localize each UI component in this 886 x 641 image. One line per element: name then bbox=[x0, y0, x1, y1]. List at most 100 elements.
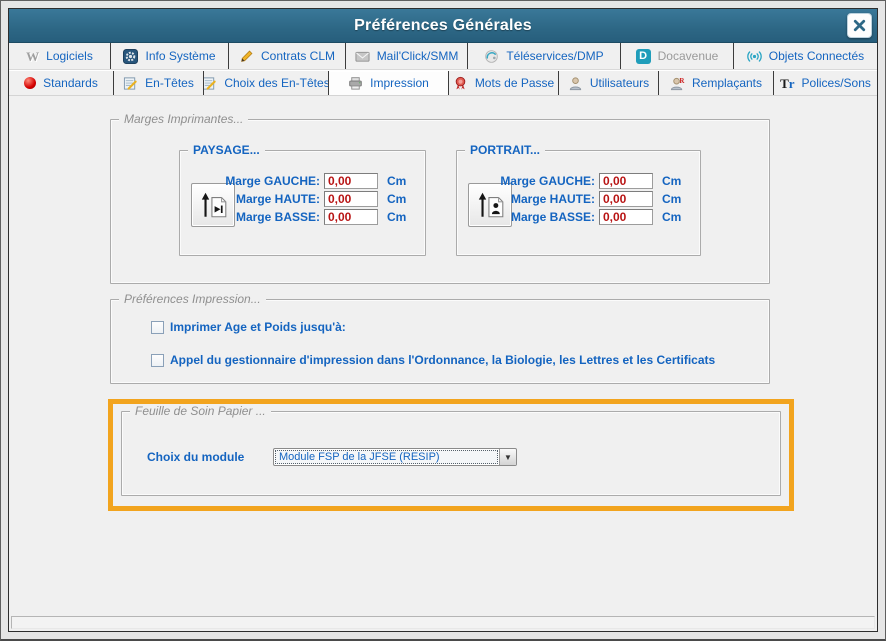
tab-label: Utilisateurs bbox=[590, 76, 649, 90]
unit-label: Cm bbox=[662, 192, 692, 206]
gear-icon bbox=[123, 49, 138, 64]
tab-contrats-clm[interactable]: Contrats CLM bbox=[229, 43, 346, 69]
fsp-group: Feuille de Soin Papier ... Choix du modu… bbox=[121, 411, 781, 496]
module-choice-label: Choix du module bbox=[147, 450, 247, 464]
tab-polices-sons[interactable]: Tr Polices/Sons bbox=[774, 71, 877, 95]
docavenue-d-icon: D bbox=[636, 49, 651, 64]
portrait-margin-rows: Marge GAUCHE: 0,00 Cm Marge HAUTE: 0,00 … bbox=[477, 172, 692, 226]
close-button[interactable] bbox=[847, 13, 872, 38]
fsp-highlight-box: Feuille de Soin Papier ... Choix du modu… bbox=[108, 399, 794, 511]
window-frame: Préférences Générales W Logiciels Info S… bbox=[0, 0, 886, 641]
user-replacement-icon: R bbox=[670, 76, 685, 91]
fsp-legend: Feuille de Soin Papier ... bbox=[130, 404, 271, 418]
unit-label: Cm bbox=[387, 192, 417, 206]
preferences-dialog: Préférences Générales W Logiciels Info S… bbox=[8, 8, 878, 632]
margin-label: Marge GAUCHE: bbox=[202, 174, 320, 188]
margin-row: Marge GAUCHE: 0,00 Cm bbox=[477, 172, 692, 190]
chevron-down-icon[interactable]: ▼ bbox=[499, 449, 516, 465]
print-age-weight-row: Imprimer Age et Poids jusqu'à: bbox=[151, 320, 346, 334]
margin-row: Marge GAUCHE: 0,00 Cm bbox=[202, 172, 417, 190]
tab-mailclick-smm[interactable]: Mail'Click/SMM bbox=[346, 43, 468, 69]
margin-label: Marge HAUTE: bbox=[477, 192, 595, 206]
module-select-value[interactable]: Module FSP de la JFSE (RESIP) bbox=[275, 450, 498, 464]
tab-choix-des-en-tetes[interactable]: Choix des En-Têtes bbox=[204, 71, 329, 95]
unit-label: Cm bbox=[387, 210, 417, 224]
tab-label: Mots de Passe bbox=[475, 76, 554, 90]
print-preferences-group: Préférences Impression... Imprimer Age e… bbox=[110, 299, 770, 384]
tab-row-2: Standards En-Têtes Choix des En-Têtes Im… bbox=[9, 70, 877, 96]
font-icon: Tr bbox=[780, 77, 794, 90]
printer-margins-group: Marges Imprimantes... PAYSAGE... bbox=[110, 119, 770, 284]
margin-bottom-input[interactable]: 0,00 bbox=[324, 209, 378, 225]
tab-label: Contrats CLM bbox=[261, 49, 335, 63]
print-age-weight-checkbox[interactable] bbox=[151, 321, 164, 334]
tab-label: Téléservices/DMP bbox=[506, 49, 603, 63]
tab-remplacants[interactable]: R Remplaçants bbox=[659, 71, 774, 95]
tab-label: Standards bbox=[43, 76, 98, 90]
margin-row: Marge HAUTE: 0,00 Cm bbox=[202, 190, 417, 208]
tab-label: Polices/Sons bbox=[802, 76, 871, 90]
tab-label: Info Système bbox=[145, 49, 215, 63]
tab-label: Impression bbox=[370, 76, 429, 90]
margin-row: Marge BASSE: 0,00 Cm bbox=[202, 208, 417, 226]
tab-docavenue[interactable]: D Docavenue bbox=[621, 43, 734, 69]
tab-mots-de-passe[interactable]: Mots de Passe bbox=[449, 71, 559, 95]
tab-utilisateurs[interactable]: Utilisateurs bbox=[559, 71, 659, 95]
tab-label: Choix des En-Têtes bbox=[224, 76, 329, 90]
tab-teleservices-dmp[interactable]: Téléservices/DMP bbox=[468, 43, 621, 69]
margin-label: Marge BASSE: bbox=[202, 210, 320, 224]
tab-objets-connectes[interactable]: Objets Connectés bbox=[734, 43, 877, 69]
word-w-icon: W bbox=[26, 50, 39, 63]
print-manager-row: Appel du gestionnaire d'impression dans … bbox=[151, 353, 715, 367]
portrait-group: PORTRAIT... Marge GAUCHE bbox=[456, 150, 701, 256]
checkbox-label: Appel du gestionnaire d'impression dans … bbox=[170, 353, 715, 367]
tab-label: Mail'Click/SMM bbox=[377, 49, 459, 63]
red-sphere-icon bbox=[24, 77, 36, 89]
header-doc-icon bbox=[204, 76, 217, 91]
tab-en-tetes[interactable]: En-Têtes bbox=[114, 71, 204, 95]
globe-icon bbox=[484, 49, 499, 64]
tab-label: Logiciels bbox=[46, 49, 93, 63]
print-preferences-legend: Préférences Impression... bbox=[119, 292, 266, 306]
tab-info-systeme[interactable]: Info Système bbox=[111, 43, 229, 69]
margin-top-input[interactable]: 0,00 bbox=[599, 191, 653, 207]
margin-top-input[interactable]: 0,00 bbox=[324, 191, 378, 207]
margin-left-input[interactable]: 0,00 bbox=[599, 173, 653, 189]
paysage-group: PAYSAGE... Marge GAUCHE: bbox=[179, 150, 426, 256]
paysage-margin-rows: Marge GAUCHE: 0,00 Cm Marge HAUTE: 0,00 … bbox=[202, 172, 417, 226]
tab-label: Objets Connectés bbox=[769, 49, 864, 63]
portrait-legend: PORTRAIT... bbox=[465, 143, 545, 157]
margin-left-input[interactable]: 0,00 bbox=[324, 173, 378, 189]
pencil-icon bbox=[239, 49, 254, 64]
printer-icon bbox=[348, 76, 363, 91]
signal-icon bbox=[747, 49, 762, 64]
title-bar[interactable]: Préférences Générales bbox=[9, 9, 877, 43]
tab-impression[interactable]: Impression bbox=[329, 71, 449, 95]
tab-logiciels[interactable]: W Logiciels bbox=[9, 43, 111, 69]
unit-label: Cm bbox=[662, 174, 692, 188]
impression-panel: Marges Imprimantes... PAYSAGE... bbox=[9, 96, 877, 613]
margin-label: Marge BASSE: bbox=[477, 210, 595, 224]
user-icon bbox=[568, 76, 583, 91]
tab-standards[interactable]: Standards bbox=[9, 71, 114, 95]
tab-label: Remplaçants bbox=[692, 76, 762, 90]
module-select[interactable]: Module FSP de la JFSE (RESIP) ▼ bbox=[273, 448, 517, 466]
margin-row: Marge HAUTE: 0,00 Cm bbox=[477, 190, 692, 208]
tab-label: En-Têtes bbox=[145, 76, 194, 90]
status-bar bbox=[11, 616, 875, 629]
checkbox-label: Imprimer Age et Poids jusqu'à: bbox=[170, 320, 346, 334]
printer-margins-legend: Marges Imprimantes... bbox=[119, 112, 248, 126]
header-doc-icon bbox=[123, 76, 138, 91]
seal-icon bbox=[453, 76, 468, 91]
margin-row: Marge BASSE: 0,00 Cm bbox=[477, 208, 692, 226]
unit-label: Cm bbox=[387, 174, 417, 188]
paysage-legend: PAYSAGE... bbox=[188, 143, 265, 157]
margin-bottom-input[interactable]: 0,00 bbox=[599, 209, 653, 225]
print-manager-checkbox[interactable] bbox=[151, 354, 164, 367]
mail-icon bbox=[355, 49, 370, 64]
tab-label: Docavenue bbox=[658, 49, 719, 63]
margin-label: Marge HAUTE: bbox=[202, 192, 320, 206]
margin-label: Marge GAUCHE: bbox=[477, 174, 595, 188]
close-icon bbox=[851, 17, 868, 34]
tab-row-1: W Logiciels Info Système Contrats CLM M bbox=[9, 43, 877, 70]
